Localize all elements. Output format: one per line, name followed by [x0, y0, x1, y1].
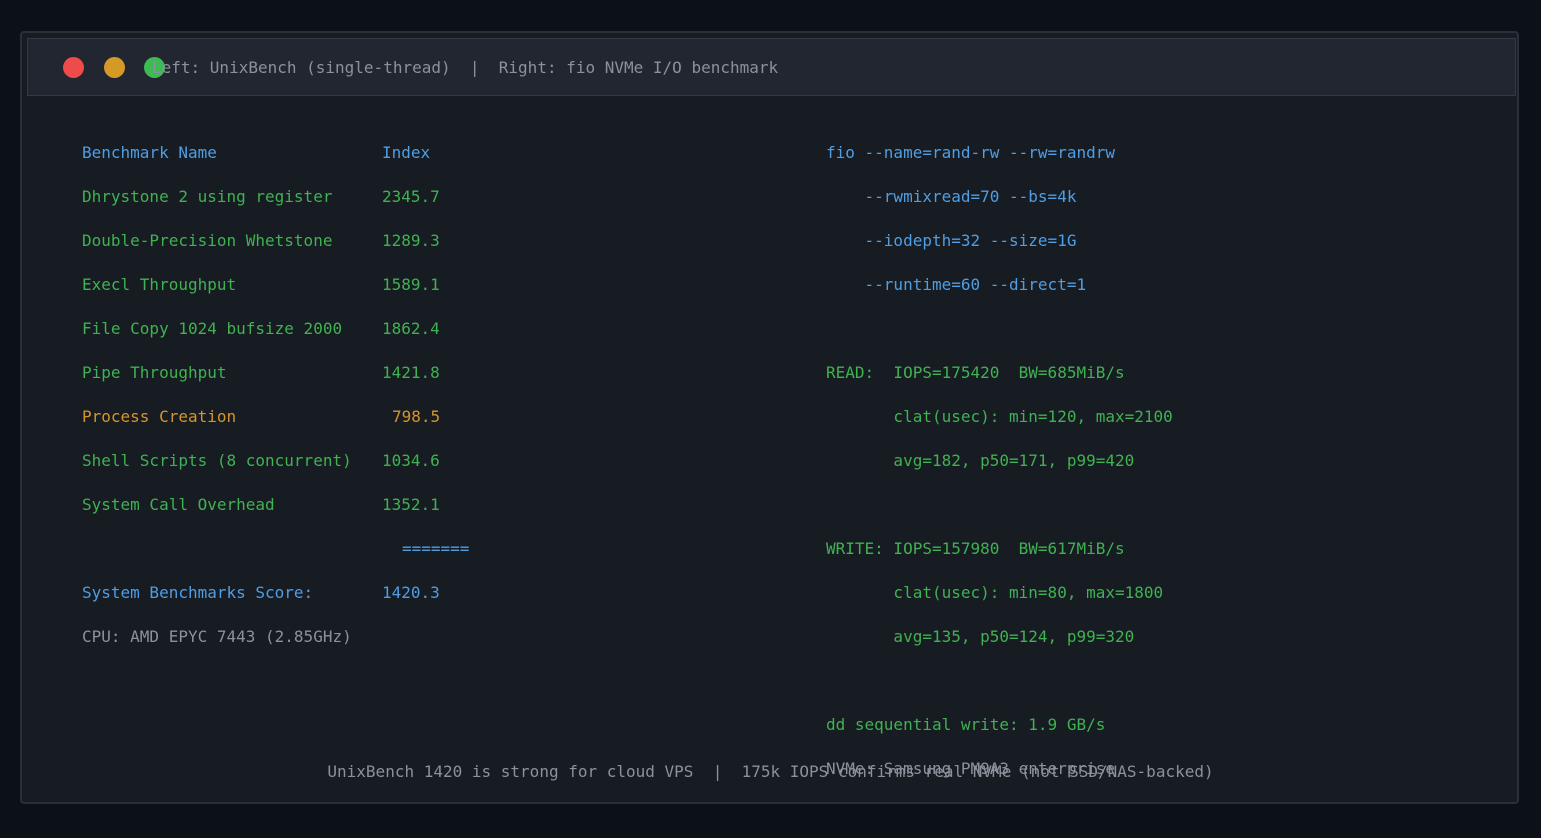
close-button[interactable] — [63, 57, 84, 78]
benchmark-name-warning: Process Creation — [82, 407, 237, 426]
benchmark-name: Pipe Throughput — [82, 363, 227, 382]
fio-command-line: --iodepth=32 --size=1G — [826, 231, 1077, 250]
fio-write-clat: clat(usec): min=80, max=1800 — [826, 583, 1164, 602]
score-label: System Benchmarks Score: — [82, 583, 314, 602]
benchmark-name: Shell Scripts (8 concurrent) — [82, 451, 352, 470]
fio-read-stats: avg=182, p50=171, p99=420 — [826, 451, 1135, 470]
fio-command-line: fio --name=rand-rw --rw=randrw — [826, 143, 1115, 162]
benchmark-index: 1352.1 — [382, 495, 440, 514]
minimize-button[interactable] — [104, 57, 125, 78]
benchmark-index: 1862.4 — [382, 319, 440, 338]
benchmark-name: Double-Precision Whetstone — [82, 231, 333, 250]
fio-read-summary: READ: IOPS=175420 BW=685MiB/s — [826, 363, 1125, 382]
window-title: Left: UnixBench (single-thread) | Right:… — [152, 58, 779, 77]
score-value: 1420.3 — [382, 583, 440, 602]
fio-write-stats: avg=135, p50=124, p99=320 — [826, 627, 1135, 646]
fio-command-line: --runtime=60 --direct=1 — [826, 275, 1087, 294]
terminal-window: Left: UnixBench (single-thread) | Right:… — [20, 31, 1519, 804]
dd-sequential-write: dd sequential write: 1.9 GB/s — [826, 715, 1106, 734]
benchmark-index: 2345.7 — [382, 187, 440, 206]
column-header-benchmark-name: Benchmark Name — [82, 143, 217, 162]
title-bar: Left: UnixBench (single-thread) | Right:… — [27, 38, 1516, 96]
fio-read-clat: clat(usec): min=120, max=2100 — [826, 407, 1173, 426]
benchmark-name: Dhrystone 2 using register — [82, 187, 333, 206]
benchmark-name: File Copy 1024 bufsize 2000 — [82, 319, 343, 338]
score-separator: ======= — [402, 539, 470, 558]
fio-write-summary: WRITE: IOPS=157980 BW=617MiB/s — [826, 539, 1125, 558]
benchmark-index: 1589.1 — [382, 275, 440, 294]
benchmark-index-warning: 798.5 — [392, 407, 441, 426]
benchmark-index: 1421.8 — [382, 363, 440, 382]
benchmark-name: Execl Throughput — [82, 275, 237, 294]
fio-command-line: --rwmixread=70 --bs=4k — [826, 187, 1077, 206]
benchmark-name: System Call Overhead — [82, 495, 275, 514]
benchmark-index: 1034.6 — [382, 451, 440, 470]
benchmark-index: 1289.3 — [382, 231, 440, 250]
cpu-info: CPU: AMD EPYC 7443 (2.85GHz) — [82, 627, 352, 646]
column-header-index: Index — [382, 143, 431, 162]
summary-footer: UnixBench 1420 is strong for cloud VPS |… — [327, 762, 1214, 781]
